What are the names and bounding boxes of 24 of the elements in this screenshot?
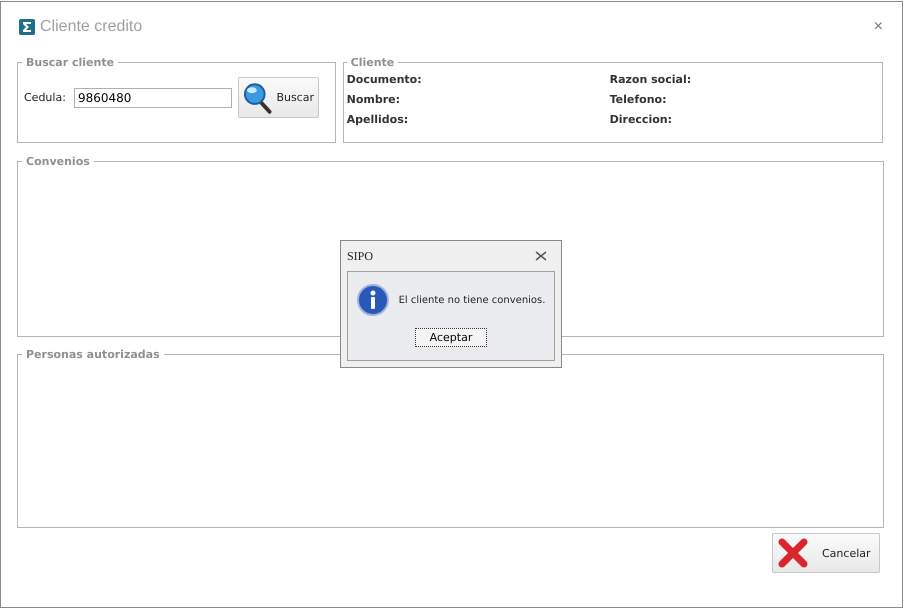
info-icon [356,284,389,316]
app-logo-icon [19,19,35,35]
accept-button[interactable]: Aceptar [415,328,487,347]
field-label: Razon social: [610,73,692,86]
field-label: Documento: [346,73,423,86]
field-label: Apellidos: [346,113,410,126]
window-title: Cliente credito [40,18,142,36]
search-button[interactable]: Buscar [238,77,319,118]
group-title: Buscar cliente [25,56,116,69]
cancel-button[interactable]: Cancelar [772,533,880,573]
close-icon[interactable] [535,251,547,261]
field-label: Direccion: [610,113,674,126]
group-title: Convenios [25,155,91,168]
cedula-field[interactable]: 9860480 [74,88,232,108]
field-label: Nombre: [346,93,402,106]
dialog-title: SIPO [347,248,374,264]
group-title: Cliente [350,56,396,69]
cross-icon [778,538,808,568]
dialog-message: El cliente no tiene convenios. [398,294,546,306]
field-label: Telefono: [610,93,668,106]
field-label: Cedula: [24,91,67,104]
magnifier-icon [243,82,272,114]
group-title: Personas autorizadas [25,348,161,361]
close-button[interactable]: × [874,18,883,36]
